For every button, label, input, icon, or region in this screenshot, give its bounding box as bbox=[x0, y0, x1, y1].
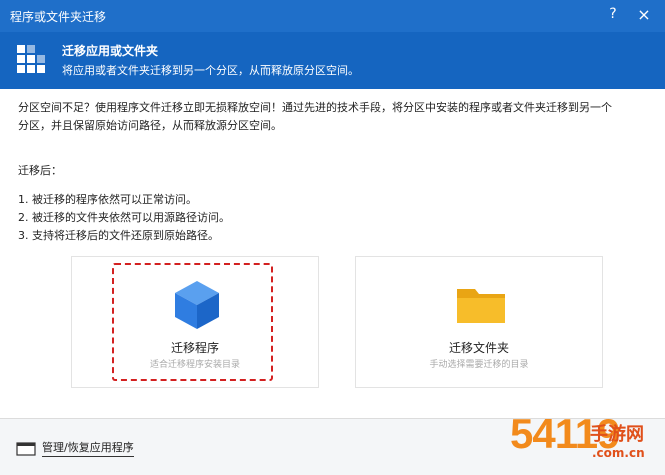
intro-text: 分区空间不足？使用程序文件迁移立即无损释放空间！通过先进的技术手段，将分区中安装… bbox=[18, 99, 648, 135]
watermark-text: 手游网 bbox=[590, 424, 644, 445]
watermark-domain: .com.cn bbox=[592, 446, 645, 460]
site-watermark: 54119 手游网 .com.cn bbox=[510, 410, 660, 472]
banner-subtitle: 将应用或者文件夹迁移到另一个分区，从而释放原分区空间。 bbox=[62, 64, 359, 77]
window-title: 程序或文件夹迁移 bbox=[10, 10, 107, 24]
card-subtitle: 手动选择需要迁移的目录 bbox=[429, 360, 529, 370]
folder-icon bbox=[457, 289, 505, 323]
title-bar: 程序或文件夹迁移 ? × bbox=[0, 0, 665, 32]
close-button[interactable]: × bbox=[634, 5, 654, 25]
migrate-program-card[interactable]: 迁移程序 适合迁移程序安装目录 bbox=[71, 256, 319, 388]
grid-logo-icon bbox=[17, 45, 45, 73]
after-heading: 迁移后： bbox=[18, 164, 62, 177]
card-title: 迁移程序 bbox=[170, 341, 219, 355]
after-list: 1. 被迁移的程序依然可以正常访问。 2. 被迁移的文件夹依然可以用源路径访问。… bbox=[18, 191, 648, 245]
banner-title: 迁移应用或文件夹 bbox=[62, 44, 159, 58]
intro-line: 分区空间不足？使用程序文件迁移立即无损释放空间！通过先进的技术手段，将分区中安装… bbox=[18, 101, 612, 114]
cube-icon bbox=[175, 281, 219, 329]
app-window-icon bbox=[16, 442, 36, 456]
header-banner: 迁移应用或文件夹 将应用或者文件夹迁移到另一个分区，从而释放原分区空间。 bbox=[0, 32, 665, 89]
list-item: 1. 被迁移的程序依然可以正常访问。 bbox=[18, 193, 197, 206]
migrate-folder-card[interactable]: 迁移文件夹 手动选择需要迁移的目录 bbox=[355, 256, 603, 388]
help-button[interactable]: ? bbox=[604, 6, 622, 26]
intro-line: 分区，并且保留原始访问路径，从而释放源分区空间。 bbox=[18, 119, 282, 132]
card-subtitle: 适合迁移程序安装目录 bbox=[149, 360, 240, 370]
manage-restore-label: 管理/恢复应用程序 bbox=[42, 440, 134, 457]
list-item: 3. 支持将迁移后的文件还原到原始路径。 bbox=[18, 229, 219, 242]
list-item: 2. 被迁移的文件夹依然可以用源路径访问。 bbox=[18, 211, 230, 224]
card-title: 迁移文件夹 bbox=[448, 341, 509, 355]
